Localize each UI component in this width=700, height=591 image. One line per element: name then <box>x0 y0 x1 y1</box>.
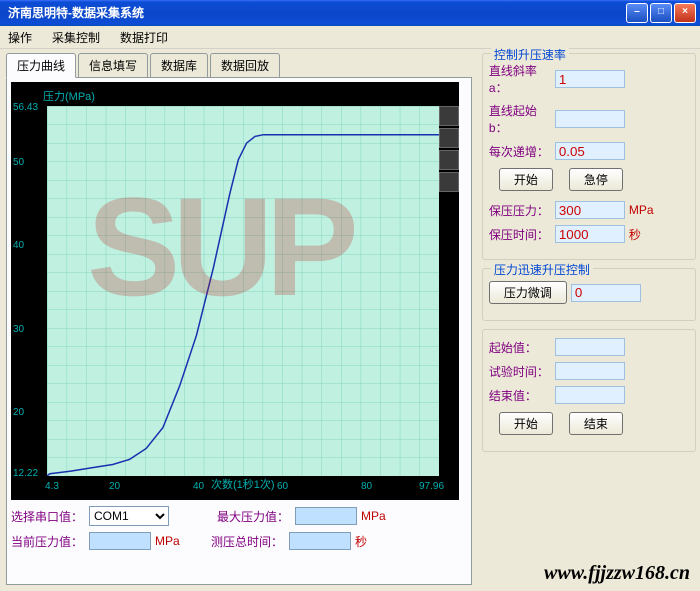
control-rate-title: 控制升压速率 <box>491 46 569 63</box>
tool-color-icon[interactable] <box>439 172 459 192</box>
xtick: 4.3 <box>45 481 59 492</box>
watermark-url: www.fjjzzw168.cn <box>544 562 690 585</box>
minimize-button[interactable]: – <box>626 3 648 23</box>
bottom-row-2: 当前压力值： MPa 测压总时间： 秒 <box>11 532 467 550</box>
tab-info[interactable]: 信息填写 <box>78 53 148 77</box>
current-unit: MPa <box>155 534 207 548</box>
slope-input[interactable] <box>555 70 625 88</box>
ytick: 20 <box>13 407 24 418</box>
total-time-unit: 秒 <box>355 533 367 550</box>
chart-svg <box>47 106 439 476</box>
tab-body: 压力(MPa) 56.43 50 40 30 20 12.22 4.3 20 4… <box>6 77 472 585</box>
maximize-button[interactable]: □ <box>650 3 672 23</box>
menu-print[interactable]: 数据打印 <box>116 27 172 48</box>
titlebar: 济南思明特-数据采集系统 – □ × <box>0 0 700 26</box>
xtick: 20 <box>109 481 120 492</box>
line-start-input[interactable] <box>555 110 625 128</box>
menu-operate[interactable]: 操作 <box>4 27 36 48</box>
test-end-button[interactable]: 结束 <box>569 412 623 435</box>
total-time-input[interactable] <box>289 532 351 550</box>
test-end-input[interactable] <box>555 386 625 404</box>
close-button[interactable]: × <box>674 3 696 23</box>
chart-frame: 压力(MPa) 56.43 50 40 30 20 12.22 4.3 20 4… <box>11 82 459 500</box>
total-time-label: 测压总时间： <box>211 533 285 550</box>
y-axis-label: 压力(MPa) <box>43 88 95 104</box>
content: 压力曲线 信息填写 数据库 数据回放 压力(MPa) 56.43 50 40 3… <box>0 49 700 589</box>
tabs: 压力曲线 信息填写 数据库 数据回放 <box>6 53 472 77</box>
max-value-input[interactable] <box>295 507 357 525</box>
test-end-label: 结束值： <box>489 387 551 404</box>
tool-zoom-icon[interactable] <box>439 128 459 148</box>
test-fieldset: 起始值： 试验时间： 结束值： 开始 结束 <box>482 329 696 452</box>
ytick: 56.43 <box>13 102 38 113</box>
fine-value-input[interactable] <box>571 284 641 302</box>
slope-label: 直线斜率a： <box>489 62 551 96</box>
chart-plot: SUP <box>47 106 439 476</box>
tab-database[interactable]: 数据库 <box>150 53 208 77</box>
line-start-label: 直线起始b： <box>489 102 551 136</box>
max-label: 最大压力值： <box>217 508 291 525</box>
tab-playback[interactable]: 数据回放 <box>210 53 280 77</box>
serial-select[interactable]: COM1 <box>89 506 169 526</box>
xtick: 60 <box>277 481 288 492</box>
xtick: 40 <box>193 481 204 492</box>
bottom-row-1: 选择串口值： COM1 最大压力值： MPa <box>11 506 467 526</box>
test-start-input[interactable] <box>555 338 625 356</box>
current-label: 当前压力值： <box>11 533 85 550</box>
step-label: 每次递增： <box>489 143 551 160</box>
hold-pressure-label: 保压压力： <box>489 202 551 219</box>
hold-pressure-unit: MPa <box>629 203 654 217</box>
rate-start-button[interactable]: 开始 <box>499 168 553 191</box>
test-time-input[interactable] <box>555 362 625 380</box>
xtick: 97.96 <box>419 481 444 492</box>
chart-side-tools <box>439 106 459 192</box>
tool-grid-icon[interactable] <box>439 106 459 126</box>
step-input[interactable] <box>555 142 625 160</box>
ytick: 50 <box>13 157 24 168</box>
test-time-label: 试验时间： <box>489 363 551 380</box>
serial-label: 选择串口值： <box>11 508 85 525</box>
fine-adjust-button[interactable]: 压力微调 <box>489 281 567 304</box>
max-unit: MPa <box>361 509 386 523</box>
hold-pressure-input[interactable] <box>555 201 625 219</box>
rate-pause-button[interactable]: 急停 <box>569 168 623 191</box>
x-axis-label: 次数(1秒1次) <box>211 476 275 492</box>
ytick: 12.22 <box>13 468 38 479</box>
left-panel: 压力曲线 信息填写 数据库 数据回放 压力(MPa) 56.43 50 40 3… <box>0 49 478 589</box>
right-panel: 控制升压速率 直线斜率a： 直线起始b： 每次递增： 开始 急停 保压压力： M… <box>478 49 700 589</box>
fast-control-fieldset: 压力迅速升压控制 压力微调 <box>482 268 696 321</box>
menubar: 操作 采集控制 数据打印 <box>0 26 700 49</box>
xtick: 80 <box>361 481 372 492</box>
current-value-input[interactable] <box>89 532 151 550</box>
ytick: 30 <box>13 324 24 335</box>
tab-curve[interactable]: 压力曲线 <box>6 53 76 78</box>
ytick: 40 <box>13 240 24 251</box>
window-controls: – □ × <box>626 3 696 23</box>
menu-collect[interactable]: 采集控制 <box>48 27 104 48</box>
window-title: 济南思明特-数据采集系统 <box>8 0 144 26</box>
test-start-button[interactable]: 开始 <box>499 412 553 435</box>
hold-time-input[interactable] <box>555 225 625 243</box>
fast-control-title: 压力迅速升压控制 <box>491 261 593 278</box>
hold-time-label: 保压时间： <box>489 226 551 243</box>
test-start-label: 起始值： <box>489 339 551 356</box>
tool-cursor-icon[interactable] <box>439 150 459 170</box>
control-rate-fieldset: 控制升压速率 直线斜率a： 直线起始b： 每次递增： 开始 急停 保压压力： M… <box>482 53 696 260</box>
hold-time-unit: 秒 <box>629 226 641 243</box>
